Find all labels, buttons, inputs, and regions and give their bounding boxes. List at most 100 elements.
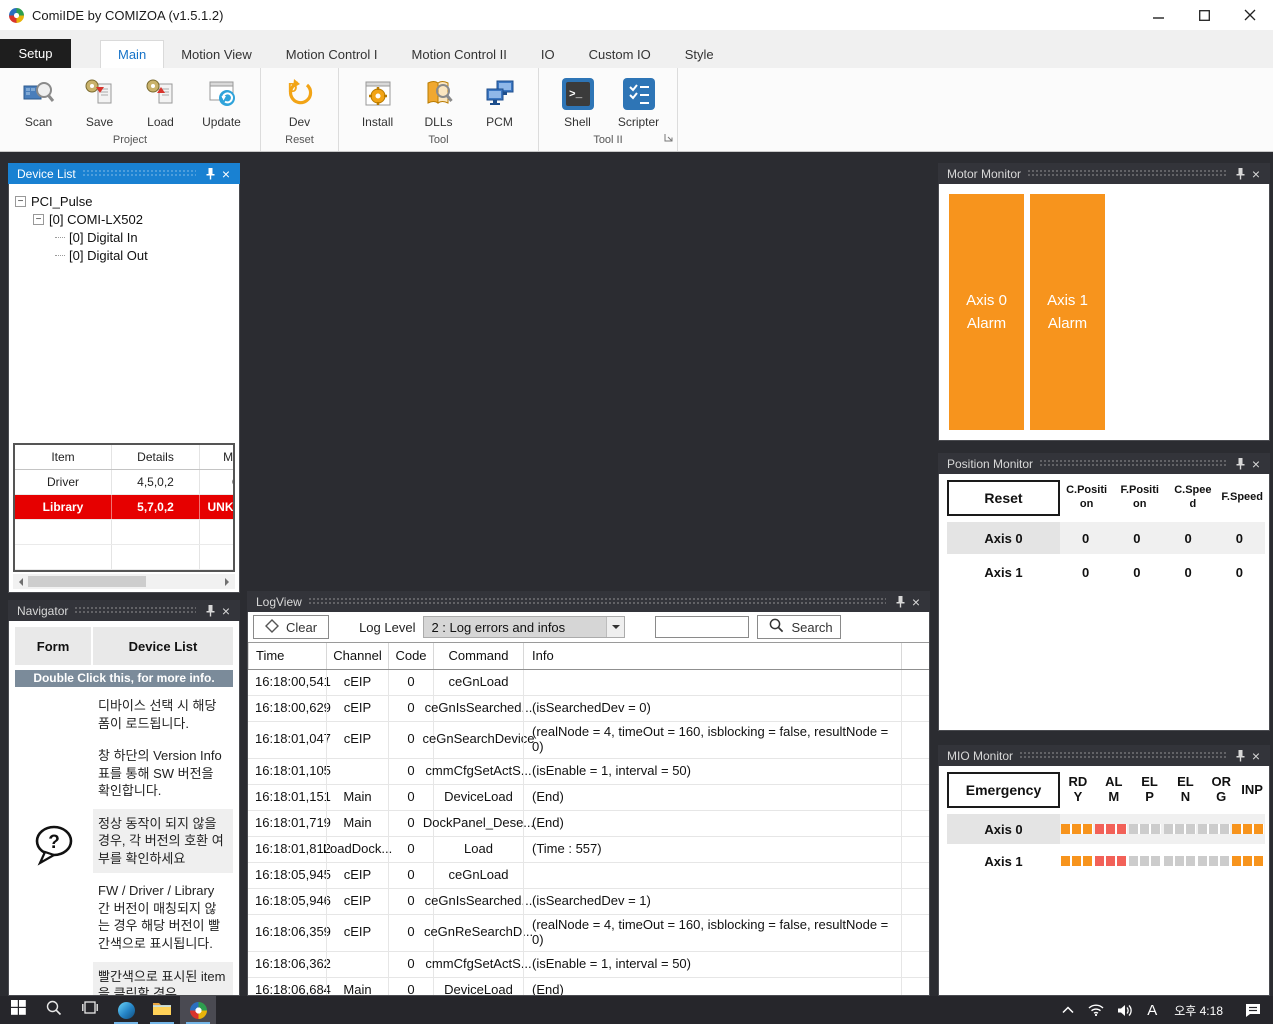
ime-indicator[interactable]: A [1140, 996, 1164, 1024]
taskbar-comiide-button[interactable] [180, 996, 216, 1024]
navigator-tab-device-list[interactable]: Device List [93, 627, 233, 665]
close-icon[interactable]: × [1248, 457, 1264, 471]
reset-button[interactable]: Reset [947, 480, 1060, 516]
tree-item-pci-pulse[interactable]: − PCI_Pulse [15, 192, 235, 210]
tab-motion-control-1[interactable]: Motion Control I [269, 40, 395, 68]
axis0-alarm-indicator[interactable]: Axis 0 Alarm [949, 194, 1024, 430]
log-row[interactable]: 16:18:01,047cEIP0ceGnSearchDevice(realNo… [248, 722, 929, 759]
update-button[interactable]: Update [191, 74, 252, 129]
wifi-icon[interactable] [1081, 996, 1111, 1024]
edge-icon [118, 1002, 135, 1019]
pcm-label: PCM [486, 115, 513, 129]
version-row-library[interactable]: Library 5,7,0,2 UNKNOWN [15, 495, 235, 520]
clear-button[interactable]: Clear [253, 615, 329, 639]
log-row[interactable]: 16:18:01,151Main0DeviceLoad(End) [248, 785, 929, 811]
emergency-button[interactable]: Emergency [947, 772, 1060, 808]
pin-icon[interactable] [892, 596, 908, 608]
pin-icon[interactable] [1232, 750, 1248, 762]
install-button[interactable]: Install [347, 74, 408, 129]
system-tray: A 오후 4:18 [1055, 996, 1273, 1024]
tab-motion-control-2[interactable]: Motion Control II [395, 40, 524, 68]
scripter-button[interactable]: Scripter [608, 74, 669, 129]
mio-row-axis1: Axis 1 [947, 846, 1265, 876]
log-row[interactable]: 16:18:06,684Main0DeviceLoad(End) [248, 978, 929, 995]
log-row[interactable]: 16:18:01,1050cmmCfgSetActS...(isEnable =… [248, 759, 929, 785]
tree-item-comi-lx502[interactable]: − [0] COMI-LX502 [15, 210, 235, 228]
device-list-header[interactable]: Device List × [8, 163, 240, 184]
search-input[interactable] [655, 616, 749, 638]
scroll-right-icon[interactable] [220, 574, 235, 589]
load-button[interactable]: Load [130, 74, 191, 129]
horizontal-scrollbar[interactable] [13, 574, 235, 589]
minimize-button[interactable] [1135, 0, 1181, 30]
axis-label[interactable]: Axis 1 [947, 846, 1060, 876]
log-level-dropdown[interactable]: 2 : Log errors and infos [423, 616, 625, 638]
pin-icon[interactable] [1232, 458, 1248, 470]
close-icon[interactable]: × [218, 604, 234, 618]
collapse-icon[interactable]: − [33, 214, 44, 225]
alm-indicator [1095, 856, 1127, 866]
rdy-indicator [1061, 824, 1093, 834]
close-button[interactable] [1227, 0, 1273, 30]
tab-custom-io[interactable]: Custom IO [572, 40, 668, 68]
tab-motion-view[interactable]: Motion View [164, 40, 269, 68]
axis-label[interactable]: Axis 1 [947, 556, 1060, 588]
axis-label[interactable]: Axis 0 [947, 522, 1060, 554]
position-monitor-panel: Position Monitor × Reset C.Position F.Po… [938, 453, 1270, 731]
tree-item-digital-out[interactable]: [0] Digital Out [15, 246, 235, 264]
taskbar-search-button[interactable] [36, 996, 72, 1024]
pin-icon[interactable] [1232, 168, 1248, 180]
elp-indicator [1129, 824, 1161, 834]
tab-io[interactable]: IO [524, 40, 572, 68]
save-button[interactable]: Save [69, 74, 130, 129]
start-button[interactable] [0, 996, 36, 1024]
maximize-button[interactable] [1181, 0, 1227, 30]
close-icon[interactable]: × [1248, 167, 1264, 181]
tab-style[interactable]: Style [668, 40, 731, 68]
shell-button[interactable]: >_ Shell [547, 74, 608, 129]
close-icon[interactable]: × [908, 595, 924, 609]
scrollbar-thumb[interactable] [28, 576, 146, 587]
navigator-tab-form[interactable]: Form [15, 627, 91, 665]
clock[interactable]: 오후 4:18 [1164, 996, 1233, 1024]
close-icon[interactable]: × [1248, 749, 1264, 763]
volume-icon[interactable] [1111, 996, 1140, 1024]
axis1-alarm-indicator[interactable]: Axis 1 Alarm [1030, 194, 1105, 430]
log-row[interactable]: 16:18:01,812LoadDock...0Load(Time : 557) [248, 837, 929, 863]
pcm-button[interactable]: PCM [469, 74, 530, 129]
task-view-button[interactable] [72, 996, 108, 1024]
log-row[interactable]: 16:18:00,541cEIP0ceGnLoad [248, 670, 929, 696]
log-row[interactable]: 16:18:05,946cEIP0ceGnIsSearched...(isSea… [248, 889, 929, 915]
dev-reset-button[interactable]: D Dev [269, 74, 330, 129]
pin-icon[interactable] [202, 168, 218, 180]
version-row-driver[interactable]: Driver 4,5,0,2 Ok [15, 470, 235, 495]
navigator-hint-bar[interactable]: Double Click this, for more info. [15, 670, 233, 687]
mio-monitor-header[interactable]: MIO Monitor × [938, 745, 1270, 766]
log-level-label: Log Level [359, 620, 415, 635]
scroll-left-icon[interactable] [13, 574, 28, 589]
tree-item-digital-in[interactable]: [0] Digital In [15, 228, 235, 246]
tray-chevron-up-icon[interactable] [1055, 996, 1081, 1024]
tab-setup[interactable]: Setup [0, 39, 71, 68]
motor-monitor-header[interactable]: Motor Monitor × [938, 163, 1270, 184]
dlls-button[interactable]: DLLs [408, 74, 469, 129]
close-icon[interactable]: × [218, 167, 234, 181]
scan-button[interactable]: Scan [8, 74, 69, 129]
taskbar-edge-button[interactable] [108, 996, 144, 1024]
taskbar-explorer-button[interactable] [144, 996, 180, 1024]
log-row[interactable]: 16:18:01,719Main0DockPanel_Dese...(End) [248, 811, 929, 837]
axis-label[interactable]: Axis 0 [947, 814, 1060, 844]
logview-header[interactable]: LogView × [247, 591, 930, 612]
log-row[interactable]: 16:18:00,629cEIP0ceGnIsSearched...(isSea… [248, 696, 929, 722]
collapse-icon[interactable]: − [15, 196, 26, 207]
navigator-header[interactable]: Navigator × [8, 600, 240, 621]
log-row[interactable]: 16:18:06,359cEIP0ceGnReSearchD...(realNo… [248, 915, 929, 952]
search-button[interactable]: Search [757, 615, 841, 639]
log-row[interactable]: 16:18:06,3620cmmCfgSetActS...(isEnable =… [248, 952, 929, 978]
position-monitor-header[interactable]: Position Monitor × [938, 453, 1270, 474]
group-dialog-launcher-icon[interactable] [664, 130, 674, 148]
log-row[interactable]: 16:18:05,945cEIP0ceGnLoad [248, 863, 929, 889]
action-center-icon[interactable] [1233, 996, 1273, 1024]
pin-icon[interactable] [202, 605, 218, 617]
tab-main[interactable]: Main [100, 40, 164, 68]
